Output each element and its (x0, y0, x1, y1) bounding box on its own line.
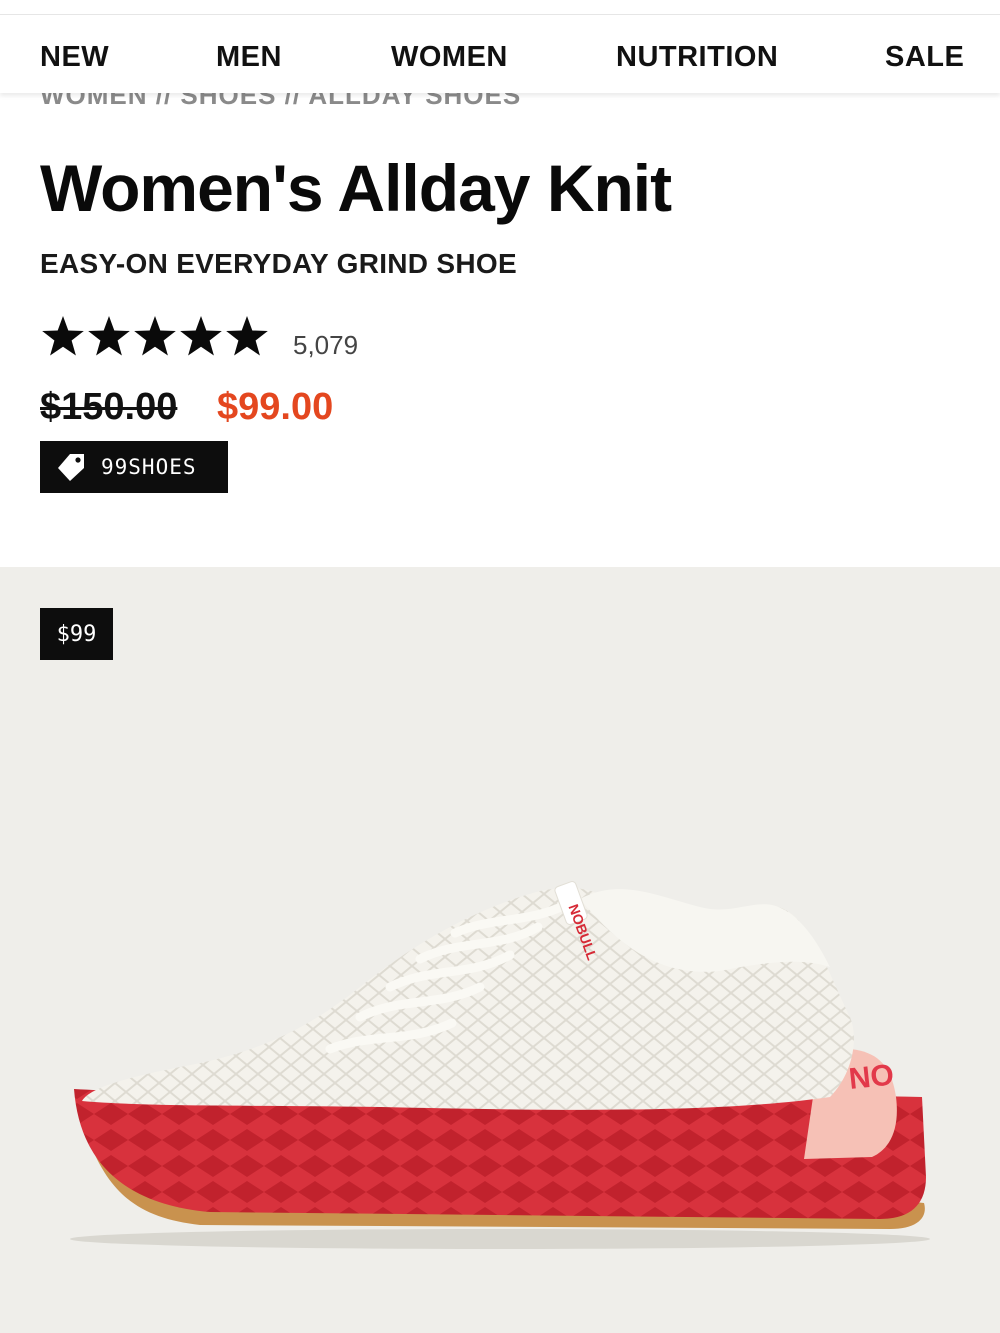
original-price: $150.00 (40, 386, 178, 428)
product-subtitle: EASY-ON EVERYDAY GRIND SHOE (40, 248, 517, 279)
nav-item-new[interactable]: NEW (40, 41, 109, 74)
product-image-area[interactable]: $99 NOBULL NO (0, 567, 1000, 1333)
nav-item-nutrition[interactable]: NUTRITION (616, 41, 778, 74)
image-price-badge: $99 (40, 608, 113, 660)
product-title: Women's Allday Knit (40, 151, 672, 225)
nav-item-women[interactable]: WOMEN (391, 41, 508, 74)
star-icon (88, 316, 130, 356)
review-count[interactable]: 5,079 (293, 330, 358, 361)
promo-code-badge[interactable]: 99SHOES (40, 441, 228, 493)
main-nav: NEW MEN WOMEN NUTRITION SALE (0, 15, 1000, 93)
product-shoe-image: NOBULL NO (70, 881, 930, 1249)
star-icon (226, 316, 268, 356)
status-strip (0, 0, 1000, 15)
heel-logo: NO (847, 1058, 895, 1096)
star-icon (42, 316, 84, 356)
price-tag-icon (58, 454, 84, 481)
nav-item-sale[interactable]: SALE (885, 41, 964, 74)
star-icon (180, 316, 222, 356)
nav-item-men[interactable]: MEN (216, 41, 282, 74)
star-icon (134, 316, 176, 356)
promo-code: 99SHOES (101, 455, 197, 479)
sale-price: $99.00 (217, 386, 334, 428)
rating-stars[interactable] (40, 314, 272, 362)
